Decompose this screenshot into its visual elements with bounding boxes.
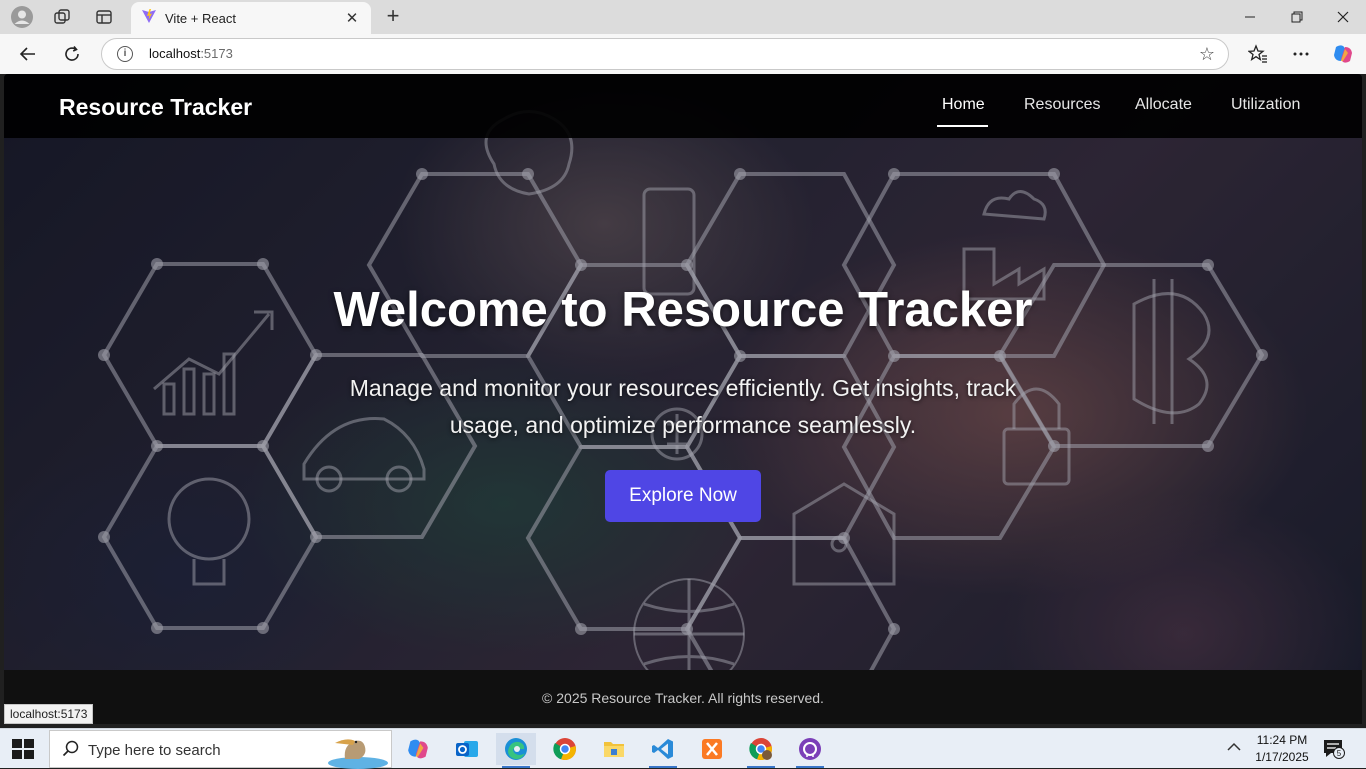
explore-now-button[interactable]: Explore Now (605, 470, 761, 522)
search-icon (62, 740, 79, 762)
search-highlight-pelican-icon (328, 739, 388, 769)
windows-start-icon[interactable] (12, 739, 34, 759)
github-desktop-app-icon[interactable] (790, 733, 830, 768)
hero-title: Welcome to Resource Tracker (333, 283, 1033, 337)
search-placeholder: Type here to search (88, 742, 221, 759)
notifications-icon[interactable]: 5 (1323, 739, 1345, 759)
edge-app-icon[interactable] (496, 733, 536, 768)
page-viewport: Resource Tracker Home Resources Allocate… (4, 74, 1362, 724)
nav-link-allocate[interactable]: Allocate (1135, 96, 1192, 114)
show-hidden-icons-chevron-icon[interactable] (1227, 739, 1241, 755)
back-icon[interactable] (14, 41, 42, 67)
close-tab-icon[interactable]: ✕ (343, 9, 361, 27)
browser-toolbar: i localhost:5173 ☆ (0, 34, 1366, 74)
clock-date: 1/17/2025 (1255, 750, 1309, 764)
chrome-profile-app-icon[interactable] (741, 733, 781, 768)
address-bar[interactable]: i localhost:5173 ☆ (101, 38, 1229, 70)
footer-copyright: © 2025 Resource Tracker. All rights rese… (542, 690, 824, 706)
site-navbar: Resource Tracker Home Resources Allocate… (4, 74, 1362, 138)
taskbar-search-box[interactable]: Type here to search (49, 730, 392, 769)
new-tab-icon[interactable]: + (381, 5, 405, 29)
chrome-app-icon[interactable] (545, 733, 585, 765)
vertical-tabs-icon[interactable] (91, 5, 117, 29)
site-footer: © 2025 Resource Tracker. All rights rese… (4, 670, 1362, 724)
hero-subtitle: Manage and monitor your resources effici… (349, 375, 1017, 438)
browser-tab-bar: Vite + React ✕ + (0, 0, 1366, 34)
favorite-star-icon[interactable]: ☆ (1199, 44, 1215, 65)
vite-logo-icon (141, 8, 157, 29)
tab-title: Vite + React (165, 10, 236, 26)
nav-active-underline (937, 125, 988, 127)
clock-time: 11:24 PM (1256, 733, 1308, 747)
windows-taskbar: Type here to search 11:24 PM 1/17/2025 5 (0, 728, 1366, 769)
taskbar-clock[interactable]: 11:24 PM 1/17/2025 (1252, 732, 1312, 766)
refresh-icon[interactable] (58, 41, 86, 67)
workspaces-icon[interactable] (49, 5, 75, 29)
copilot-app-icon[interactable] (398, 733, 438, 765)
vscode-app-icon[interactable] (643, 733, 683, 768)
nav-link-utilization[interactable]: Utilization (1231, 96, 1300, 114)
address-url[interactable]: localhost:5173 (149, 46, 233, 61)
address-port: :5173 (200, 46, 233, 61)
site-brand[interactable]: Resource Tracker (59, 94, 252, 121)
status-bar-url: localhost:5173 (4, 704, 94, 724)
nav-link-resources[interactable]: Resources (1024, 96, 1100, 114)
xampp-app-icon[interactable] (692, 733, 732, 765)
minimize-icon[interactable] (1235, 5, 1265, 29)
browser-tab-active[interactable]: Vite + React ✕ (131, 2, 371, 34)
more-menu-icon[interactable] (1287, 41, 1315, 67)
copilot-icon[interactable] (1329, 41, 1357, 67)
restore-icon[interactable] (1282, 5, 1312, 29)
outlook-app-icon[interactable] (447, 733, 487, 765)
notification-count-badge: 5 (1337, 749, 1342, 758)
file-explorer-app-icon[interactable] (594, 733, 634, 765)
nav-link-home[interactable]: Home (942, 96, 985, 114)
site-info-icon[interactable]: i (117, 46, 133, 62)
favorites-icon[interactable] (1244, 41, 1272, 67)
profile-icon[interactable] (9, 5, 35, 29)
close-window-icon[interactable] (1328, 5, 1358, 29)
address-host: localhost (149, 46, 201, 61)
